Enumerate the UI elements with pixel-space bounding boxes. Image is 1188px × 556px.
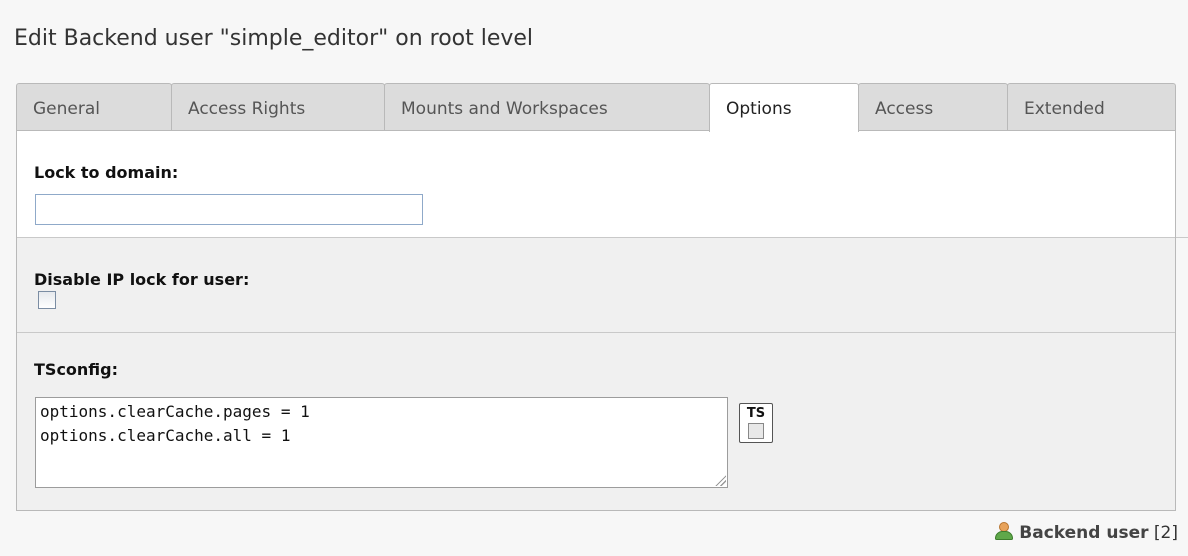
tab-mounts-and-workspaces[interactable]: Mounts and Workspaces: [384, 83, 710, 130]
record-id: [2]: [1153, 523, 1178, 543]
tsconfig-label: TSconfig:: [34, 360, 119, 379]
disable-ip-lock-section: Disable IP lock for user:: [17, 238, 1175, 333]
backend-user-icon: [995, 522, 1014, 540]
tab-access-rights[interactable]: Access Rights: [171, 83, 385, 130]
ts-icon-text: TS: [746, 406, 766, 421]
document-icon: [748, 423, 764, 439]
lock-to-domain-input[interactable]: [35, 194, 423, 225]
options-panel: Lock to domain: Disable IP lock for user…: [16, 130, 1176, 511]
tab-general[interactable]: General: [16, 83, 172, 130]
divider: [1176, 237, 1188, 238]
tab-access[interactable]: Access: [858, 83, 1008, 130]
tsconfig-textarea[interactable]: options.clearCache.pages = 1 options.cle…: [35, 397, 728, 488]
tab-options[interactable]: Options: [709, 83, 859, 132]
edit-record-page: Edit Backend user "simple_editor" on roo…: [0, 0, 1188, 556]
record-footer: Backend user [2]: [995, 522, 1178, 543]
lock-to-domain-section: Lock to domain:: [17, 131, 1175, 238]
tab-extended[interactable]: Extended: [1007, 83, 1176, 130]
page-title: Edit Backend user "simple_editor" on roo…: [14, 26, 534, 51]
disable-ip-lock-checkbox[interactable]: [38, 291, 56, 309]
textarea-resize-handle[interactable]: [714, 474, 726, 486]
tsconfig-wizard-icon[interactable]: TS: [739, 403, 773, 443]
disable-ip-lock-label: Disable IP lock for user:: [34, 270, 250, 289]
record-type-label: Backend user: [1019, 523, 1149, 543]
lock-to-domain-label: Lock to domain:: [34, 163, 179, 182]
